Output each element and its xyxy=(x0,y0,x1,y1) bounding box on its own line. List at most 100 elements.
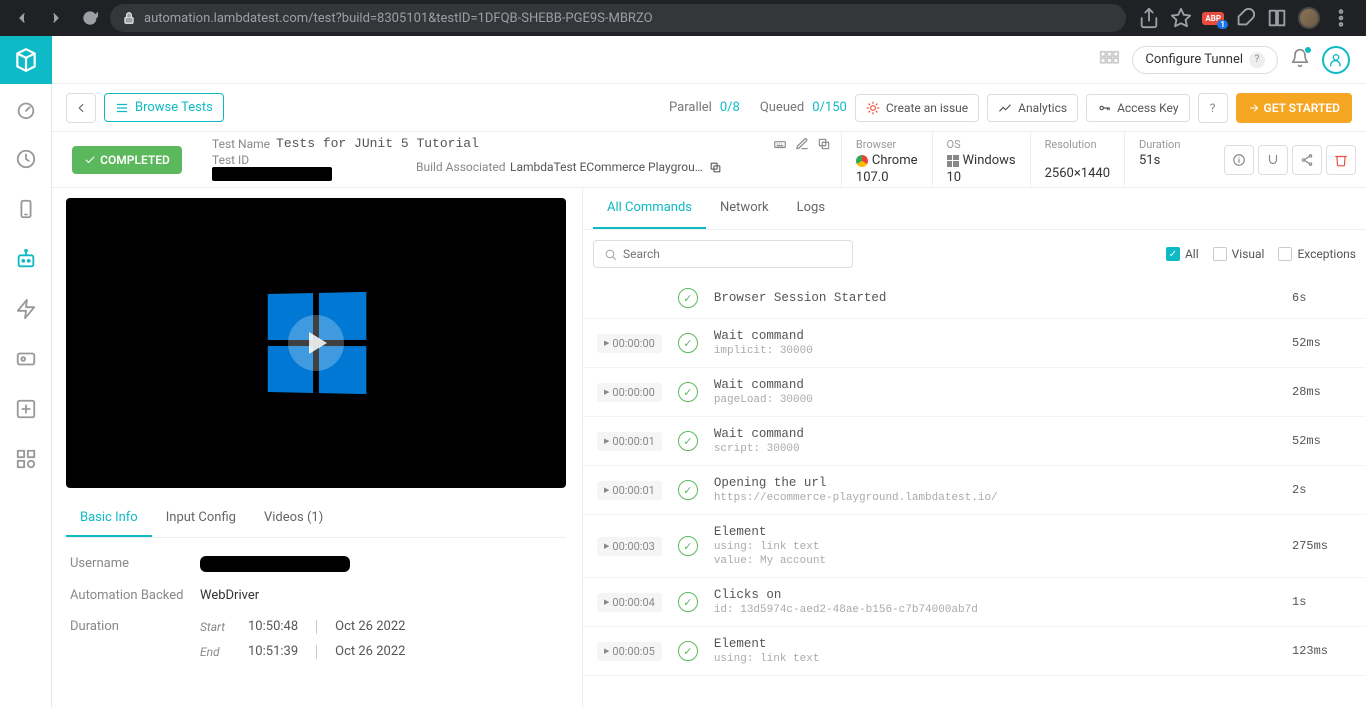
keyboard-icon[interactable] xyxy=(773,137,787,151)
test-name-label: Test Name xyxy=(212,137,270,151)
command-row[interactable]: 00:00:01 Wait commandscript: 30000 52ms xyxy=(583,417,1366,466)
tab-videos[interactable]: Videos (1) xyxy=(250,500,337,537)
copy-icon[interactable] xyxy=(817,137,831,151)
command-main: Elementusing: link text xyxy=(714,637,1276,665)
browse-tests-button[interactable]: Browse Tests xyxy=(104,93,224,122)
info-row-username: Username xyxy=(70,548,562,580)
sidebar-integrations-icon[interactable] xyxy=(0,434,52,484)
address-bar[interactable]: automation.lambdatest.com/test?build=830… xyxy=(110,4,1126,32)
command-time: 00:00:05 xyxy=(597,642,662,661)
test-meta-mid: Test Name Tests for JUnit 5 Tutorial Tes… xyxy=(202,132,841,187)
browser-forward-button[interactable] xyxy=(42,4,70,32)
panel-icon[interactable] xyxy=(1266,7,1288,29)
command-row[interactable]: 00:00:00Browser Session Started6s xyxy=(583,278,1366,319)
get-started-button[interactable]: GET STARTED xyxy=(1236,93,1352,123)
env-duration: Duration 51s xyxy=(1124,132,1214,187)
filter-visual[interactable]: Visual xyxy=(1213,247,1265,261)
command-duration: 275ms xyxy=(1292,539,1352,553)
tab-all-commands[interactable]: All Commands xyxy=(593,188,706,229)
sidebar-dashboard-icon[interactable] xyxy=(0,84,52,134)
sidebar-visual-icon[interactable] xyxy=(0,334,52,384)
sidebar xyxy=(0,36,52,707)
command-title: Wait command xyxy=(714,378,1276,392)
left-panel: Basic Info Input Config Videos (1) Usern… xyxy=(52,188,582,707)
analytics-label: Analytics xyxy=(1018,101,1067,115)
status-badge: COMPLETED xyxy=(72,146,182,174)
env-resolution: Resolution 2560×1440 xyxy=(1030,132,1124,187)
notifications-button[interactable] xyxy=(1290,48,1310,72)
command-row[interactable]: 00:00:05Elementusing: link text123ms xyxy=(583,627,1366,676)
parallel-value: 0/8 xyxy=(720,100,740,115)
sidebar-add-icon[interactable] xyxy=(0,384,52,434)
parallel-label: Parallel xyxy=(669,100,712,115)
command-title: Clicks on xyxy=(714,588,1276,602)
username-redacted xyxy=(200,556,350,572)
command-duration: 52ms xyxy=(1292,434,1352,448)
command-duration: 28ms xyxy=(1292,385,1352,399)
search-input[interactable] xyxy=(623,247,842,261)
command-subtitle: using: link text xyxy=(714,653,1276,665)
command-time: 00:00:01 xyxy=(597,432,662,451)
magnet-button[interactable] xyxy=(1258,145,1288,175)
env-group: Browser Chrome 107.0 OS Windows 10 Resol… xyxy=(841,132,1214,187)
video-player[interactable] xyxy=(66,198,566,488)
browser-back-button[interactable] xyxy=(8,4,36,32)
command-subtitle: id: 13d5974c-aed2-48ae-b156-c7b74000ab7d xyxy=(714,604,1276,616)
command-search[interactable] xyxy=(593,240,853,268)
tab-input-config[interactable]: Input Config xyxy=(152,500,250,537)
lambdatest-logo[interactable] xyxy=(0,36,52,84)
analytics-button[interactable]: Analytics xyxy=(987,94,1078,122)
command-main: Browser Session Started xyxy=(714,291,1276,305)
tab-basic-info[interactable]: Basic Info xyxy=(66,500,152,537)
command-row[interactable]: 00:00:01Opening the urlhttps://ecommerce… xyxy=(583,466,1366,515)
edit-icon[interactable] xyxy=(795,137,809,151)
command-time: 00:00:04 xyxy=(597,593,662,612)
search-icon xyxy=(604,248,617,261)
share-icon[interactable] xyxy=(1138,7,1160,29)
command-row[interactable]: 00:00:03Elementusing: link textvalue: My… xyxy=(583,515,1366,578)
sidebar-history-icon[interactable] xyxy=(0,134,52,184)
env-browser: Browser Chrome 107.0 xyxy=(841,132,932,187)
chrome-toolbar-right: ABP1 xyxy=(1132,7,1358,29)
browser-reload-button[interactable] xyxy=(76,4,104,32)
chrome-icon xyxy=(856,155,868,167)
app-header: Configure Tunnel ? xyxy=(52,36,1366,84)
command-main: Clicks on id: 13d5974c-aed2-48ae-b156-c7b… xyxy=(714,588,1276,616)
command-row[interactable]: 00:00:04 Clicks on id: 13d5974c-aed2-48ae-… xyxy=(583,578,1366,627)
back-button[interactable] xyxy=(66,93,96,123)
help-button[interactable]: ? xyxy=(1198,93,1228,123)
access-key-label: Access Key xyxy=(1117,101,1178,115)
command-row[interactable]: 00:00:00Wait commandimplicit: 3000052ms xyxy=(583,319,1366,368)
apps-grid-icon[interactable] xyxy=(1098,49,1120,71)
user-menu-button[interactable] xyxy=(1322,46,1350,74)
abp-extension-icon[interactable]: ABP1 xyxy=(1202,12,1224,25)
tab-network[interactable]: Network xyxy=(706,188,783,229)
delete-button[interactable] xyxy=(1326,145,1356,175)
filter-all[interactable]: All xyxy=(1166,247,1199,261)
tab-logs[interactable]: Logs xyxy=(783,188,839,229)
sidebar-realtime-icon[interactable] xyxy=(0,184,52,234)
check-icon xyxy=(678,480,698,500)
command-row[interactable]: 00:00:00Wait commandpageLoad: 3000028ms xyxy=(583,368,1366,417)
create-issue-button[interactable]: Create an issue xyxy=(855,94,979,122)
command-tabs: All Commands Network Logs xyxy=(583,188,1366,230)
sidebar-bolt-icon[interactable] xyxy=(0,284,52,334)
command-main: Wait commandscript: 30000 xyxy=(714,427,1276,455)
share-button[interactable] xyxy=(1292,145,1322,175)
access-key-button[interactable]: Access Key xyxy=(1086,94,1189,122)
menu-icon[interactable] xyxy=(1330,7,1352,29)
filter-exceptions[interactable]: Exceptions xyxy=(1278,247,1356,261)
extensions-icon[interactable] xyxy=(1234,7,1256,29)
info-button[interactable] xyxy=(1224,145,1254,175)
star-icon[interactable] xyxy=(1170,7,1192,29)
meta-actions xyxy=(1214,132,1366,187)
command-filterbar: All Visual Exceptions xyxy=(583,230,1366,278)
configure-tunnel-button[interactable]: Configure Tunnel ? xyxy=(1132,46,1278,74)
profile-avatar[interactable] xyxy=(1298,7,1320,29)
play-icon[interactable] xyxy=(288,315,344,371)
sidebar-automation-icon[interactable] xyxy=(0,234,52,284)
copy-build-icon[interactable] xyxy=(709,161,722,174)
queued-label: Queued xyxy=(760,100,804,115)
command-subtitle: using: link text xyxy=(714,541,1276,553)
toolbar: Browse Tests Parallel 0/8 Queued 0/150 C… xyxy=(52,84,1366,132)
